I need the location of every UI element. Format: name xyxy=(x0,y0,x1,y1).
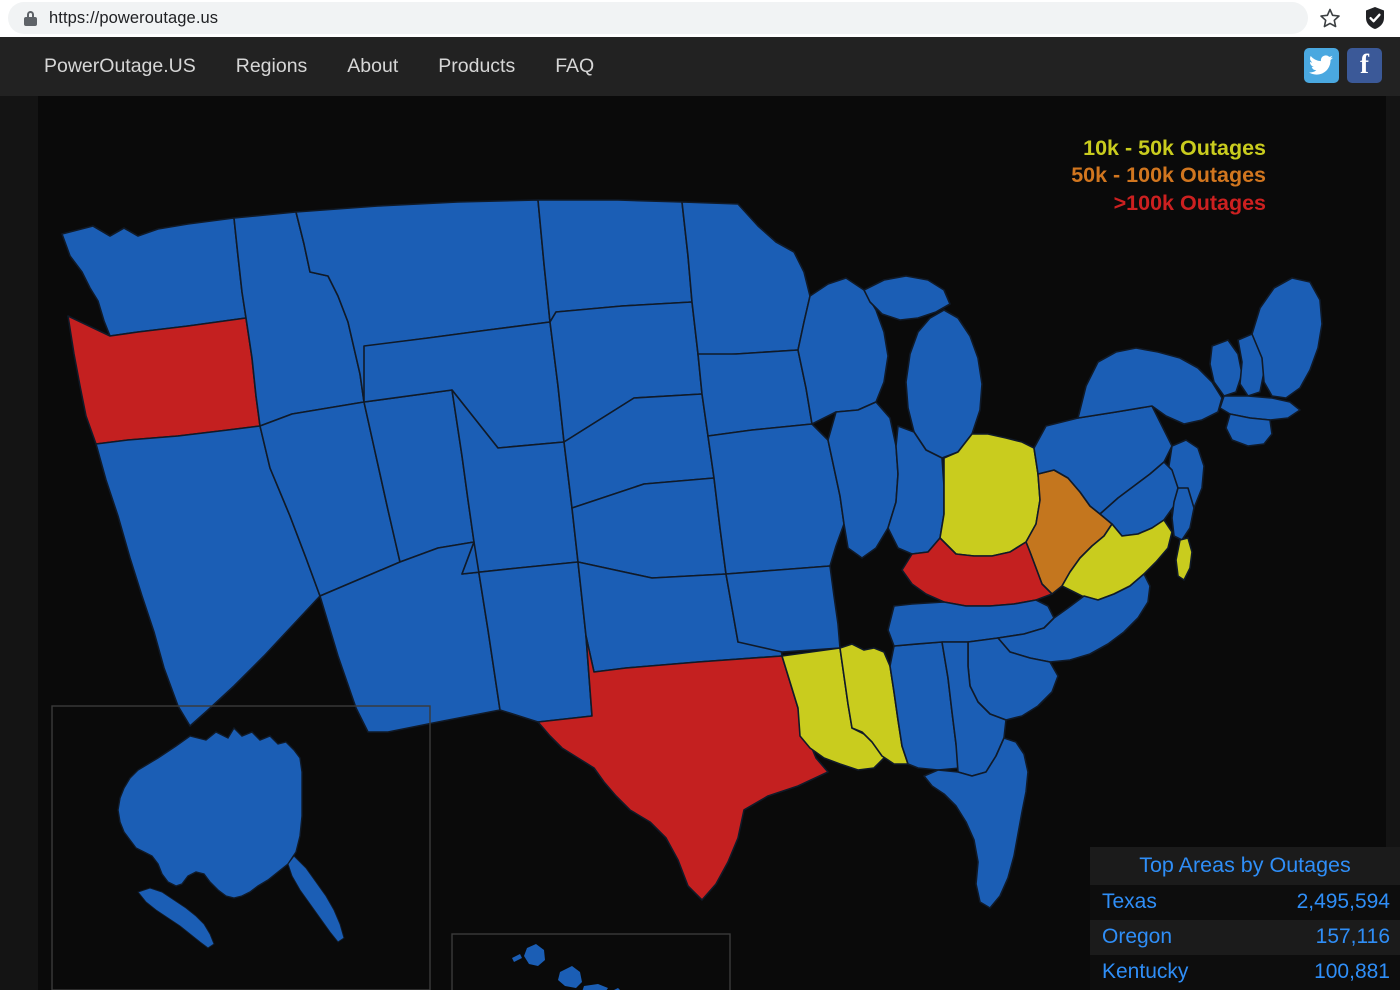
nav-item-regions[interactable]: Regions xyxy=(232,51,312,82)
facebook-icon[interactable]: f xyxy=(1347,48,1382,83)
state-IA[interactable] xyxy=(697,349,813,437)
address-bar[interactable]: https://poweroutage.us xyxy=(8,2,1308,34)
nav-item-about[interactable]: About xyxy=(343,51,402,82)
nav-item-products[interactable]: Products xyxy=(434,51,519,82)
table-row[interactable]: Oregon 157,116 xyxy=(1090,920,1400,955)
area-name: Kentucky xyxy=(1102,960,1189,983)
area-outage-count: 2,495,594 xyxy=(1296,890,1390,913)
twitter-icon[interactable] xyxy=(1304,48,1339,83)
nav-items: PowerOutage.US Regions About Products FA… xyxy=(0,51,598,82)
area-outage-count: 157,116 xyxy=(1315,925,1390,948)
social-links: f xyxy=(1304,48,1382,83)
area-name: Texas xyxy=(1102,890,1157,913)
area-name: Oregon xyxy=(1102,925,1173,948)
map-page-body: 10k - 50k Outages 50k - 100k Outages >10… xyxy=(0,96,1400,990)
nav-item-faq[interactable]: FAQ xyxy=(551,51,598,82)
browser-toolbar: https://poweroutage.us xyxy=(0,0,1400,37)
state-OR[interactable] xyxy=(67,315,261,445)
top-areas-title: Top Areas by Outages xyxy=(1090,847,1400,885)
page-root: https://poweroutage.us PowerOutage.US Re… xyxy=(0,0,1400,990)
state-MO[interactable] xyxy=(707,423,845,575)
bookmark-star-icon[interactable] xyxy=(1318,6,1342,30)
site-navbar: PowerOutage.US Regions About Products FA… xyxy=(0,37,1400,96)
url-text: https://poweroutage.us xyxy=(49,8,219,27)
state-AR[interactable] xyxy=(725,565,841,653)
top-areas-table: Top Areas by Outages Texas 2,495,594 Ore… xyxy=(1090,847,1400,990)
table-row[interactable]: Texas 2,495,594 xyxy=(1090,885,1400,920)
area-outage-count: 100,881 xyxy=(1314,960,1390,983)
table-row[interactable]: Kentucky 100,881 xyxy=(1090,955,1400,990)
lock-icon xyxy=(24,10,37,26)
facebook-letter: f xyxy=(1360,49,1369,79)
shield-check-icon[interactable] xyxy=(1362,5,1388,31)
nav-item-brand[interactable]: PowerOutage.US xyxy=(40,51,200,82)
